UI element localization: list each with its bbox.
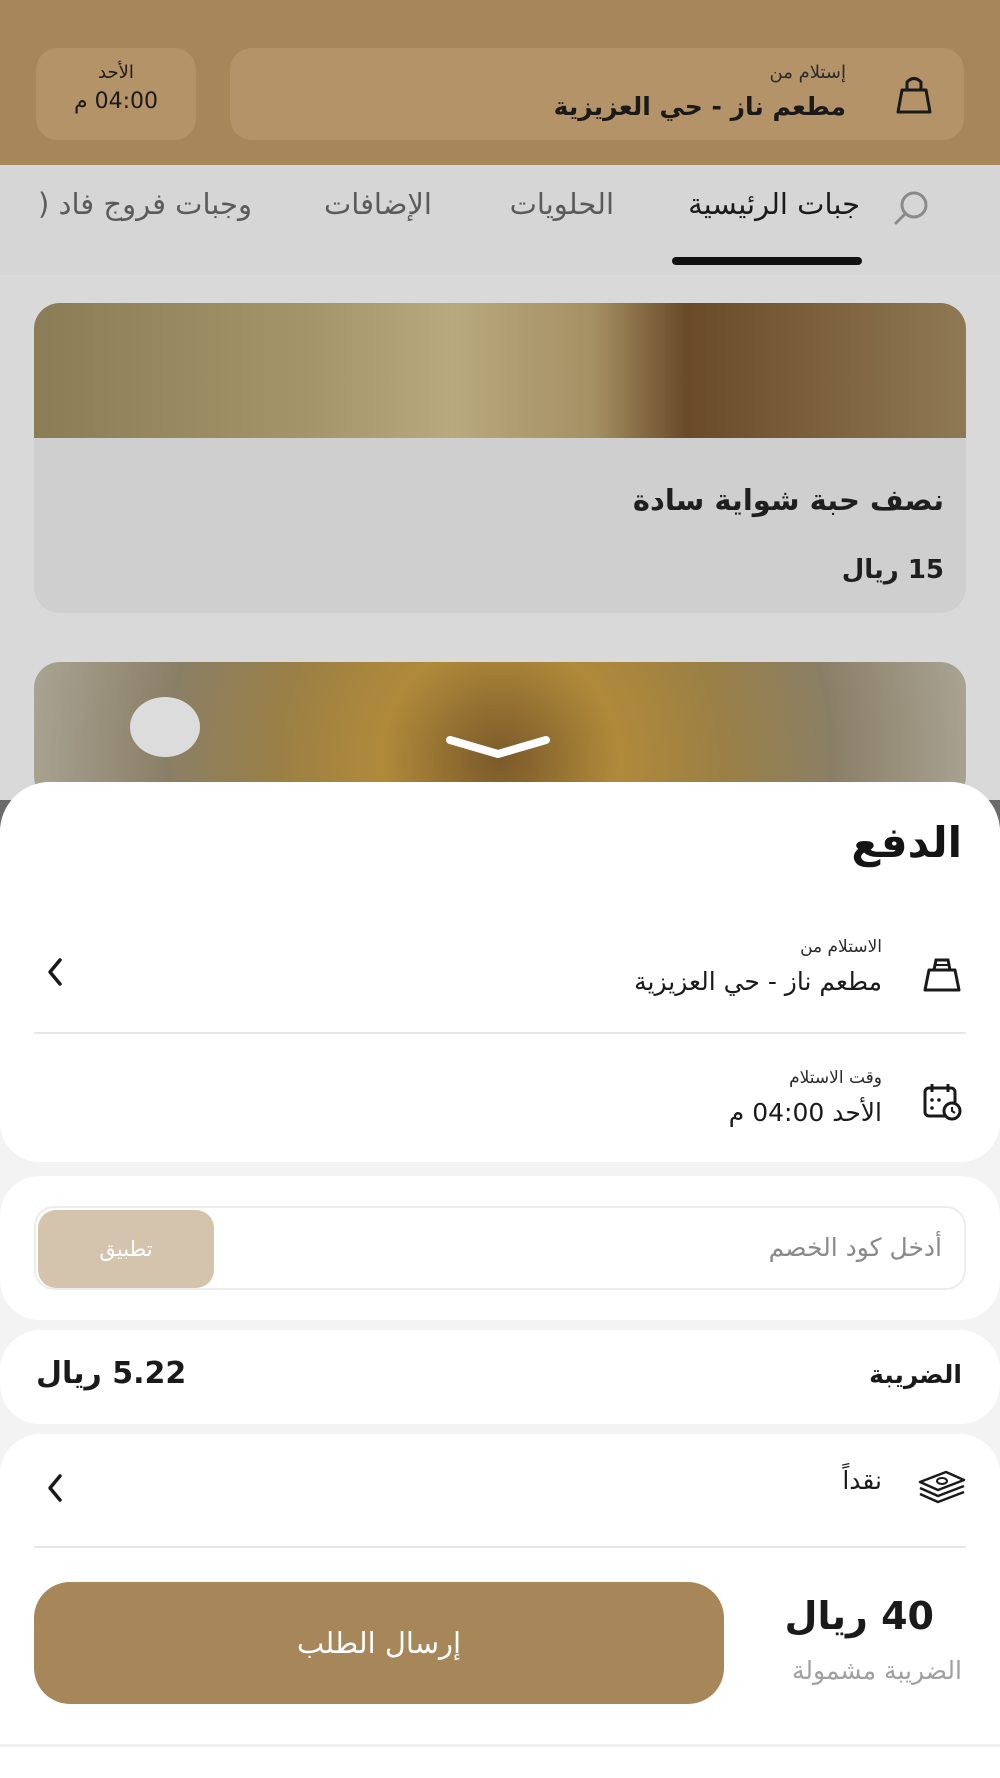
pickup-day: الأحد [98,62,134,83]
bag-icon [923,958,961,992]
calendar-clock-icon [923,1084,962,1121]
pickup-details-panel: الدفع الاستلام من مطعم ناز - حي العزيزية [0,782,1000,1162]
background-screen: إستلام من مطعم ناز - حي العزيزية الأحد 0… [0,0,1000,802]
category-tabs: جبات الرئيسية الحلويات الإضافات وجبات فر… [0,165,1000,275]
product-card[interactable]: نصف حبة شواية سادة 15 ريال [34,303,966,613]
coupon-panel: أدخل كود الخصم تطبيق [0,1176,1000,1320]
pickup-time: 04:00 م [73,89,159,114]
coupon-input[interactable]: أدخل كود الخصم [769,1233,942,1262]
pickup-location-selector[interactable]: إستلام من مطعم ناز - حي العزيزية [230,48,964,140]
divider [34,1546,966,1548]
payment-method-value: نقداً [842,1466,882,1495]
order-total: 40 ريال [784,1594,934,1638]
tax-included-note: الضريبة مشمولة [792,1656,962,1685]
chevron-left-icon [48,958,62,986]
tax-value: 5.22 ريال [36,1356,187,1391]
divider [34,1032,966,1034]
payment-sheet: الدفع الاستلام من مطعم ناز - حي العزيزية [0,782,1000,1778]
tab-additions[interactable]: الإضافات [324,187,432,221]
coupon-field[interactable]: أدخل كود الخصم تطبيق [34,1206,966,1290]
pickup-time-value: الأحد 04:00 م [728,1098,882,1127]
divider [0,1744,1000,1747]
sheet-title: الدفع [851,818,962,867]
tax-label: الضريبة [869,1360,962,1389]
apply-coupon-button[interactable]: تطبيق [38,1210,214,1288]
tab-chicken-meals[interactable]: وجبات فروج فاد ( [38,187,252,221]
sheet-handle-icon[interactable] [442,732,554,762]
product-name: نصف حبة شواية سادة [632,483,944,517]
search-icon[interactable] [890,185,934,229]
submit-order-button[interactable]: إرسال الطلب [34,1582,724,1704]
pickup-value: مطعم ناز - حي العزيزية [553,92,846,121]
pickup-from-label: الاستلام من [800,937,882,957]
active-tab-indicator [672,257,862,265]
chevron-left-icon [48,1474,62,1502]
pickup-time-label: وقت الاستلام [789,1068,882,1088]
checkout-panel: نقداً 40 ريال الضريبة مشمولة إرسال الطلب [0,1434,1000,1778]
pickup-time-selector[interactable]: الأحد 04:00 م [36,48,196,140]
pickup-label: إستلام من [769,62,846,83]
product-image [34,303,966,438]
product-image-detail [130,697,200,757]
tab-main-meals[interactable]: جبات الرئيسية [688,187,860,221]
tab-desserts[interactable]: الحلويات [510,187,614,221]
pickup-from-value: مطعم ناز - حي العزيزية [634,967,882,996]
tax-panel: الضريبة 5.22 ريال [0,1330,1000,1424]
cash-icon [918,1470,966,1504]
product-price: 15 ريال [841,555,944,585]
bag-icon [896,77,932,114]
top-bar: إستلام من مطعم ناز - حي العزيزية الأحد 0… [0,0,1000,165]
